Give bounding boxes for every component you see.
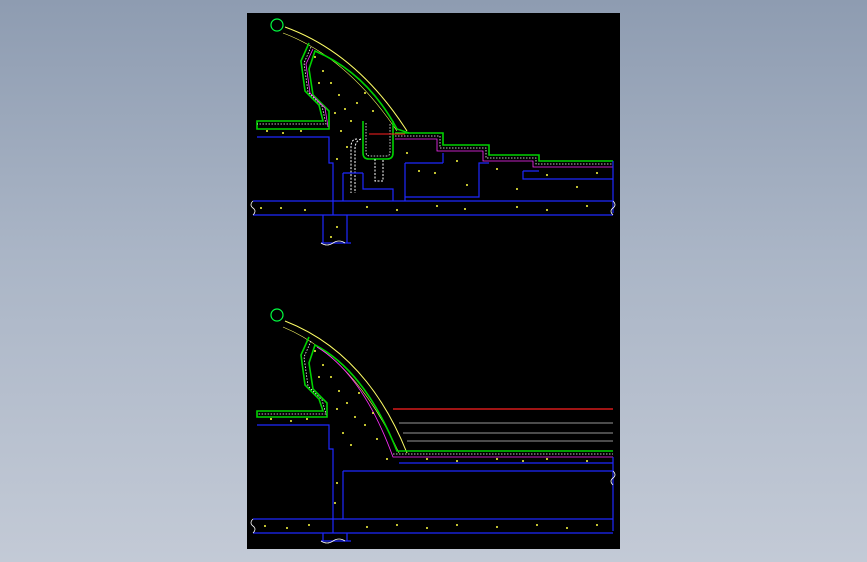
upper-arc-line-inner [282, 32, 398, 132]
lower-arc-line-inner [282, 326, 400, 454]
lower-level-lines [399, 422, 613, 442]
upper-structure-outline [253, 136, 614, 216]
lower-lip-membrane [316, 346, 613, 458]
cad-viewport[interactable] [0, 0, 867, 562]
lower-aggregate [264, 350, 598, 529]
cad-drawing [250, 18, 616, 544]
upper-lip-membrane [305, 48, 329, 128]
lower-break-marks [250, 470, 616, 544]
drawing-sheet[interactable] [247, 13, 620, 549]
section-upper [250, 18, 616, 246]
upper-break-marks [250, 200, 616, 246]
upper-return-pipe [350, 138, 362, 193]
upper-drain-pipe [374, 159, 384, 182]
upper-gutter-finish [362, 121, 394, 160]
upper-step-finish [395, 132, 613, 162]
upper-lip-finish [256, 42, 410, 134]
section-lower [250, 308, 616, 544]
upper-step-hatch [395, 135, 613, 165]
lower-lip-finish [256, 336, 613, 452]
upper-column-outline [321, 201, 351, 244]
upper-nozzle-icon [270, 18, 284, 32]
upper-gutter-hatch [365, 123, 391, 157]
lower-column-outline [321, 519, 351, 542]
upper-lip-hatch [257, 46, 327, 125]
lower-nozzle-icon [270, 308, 284, 322]
